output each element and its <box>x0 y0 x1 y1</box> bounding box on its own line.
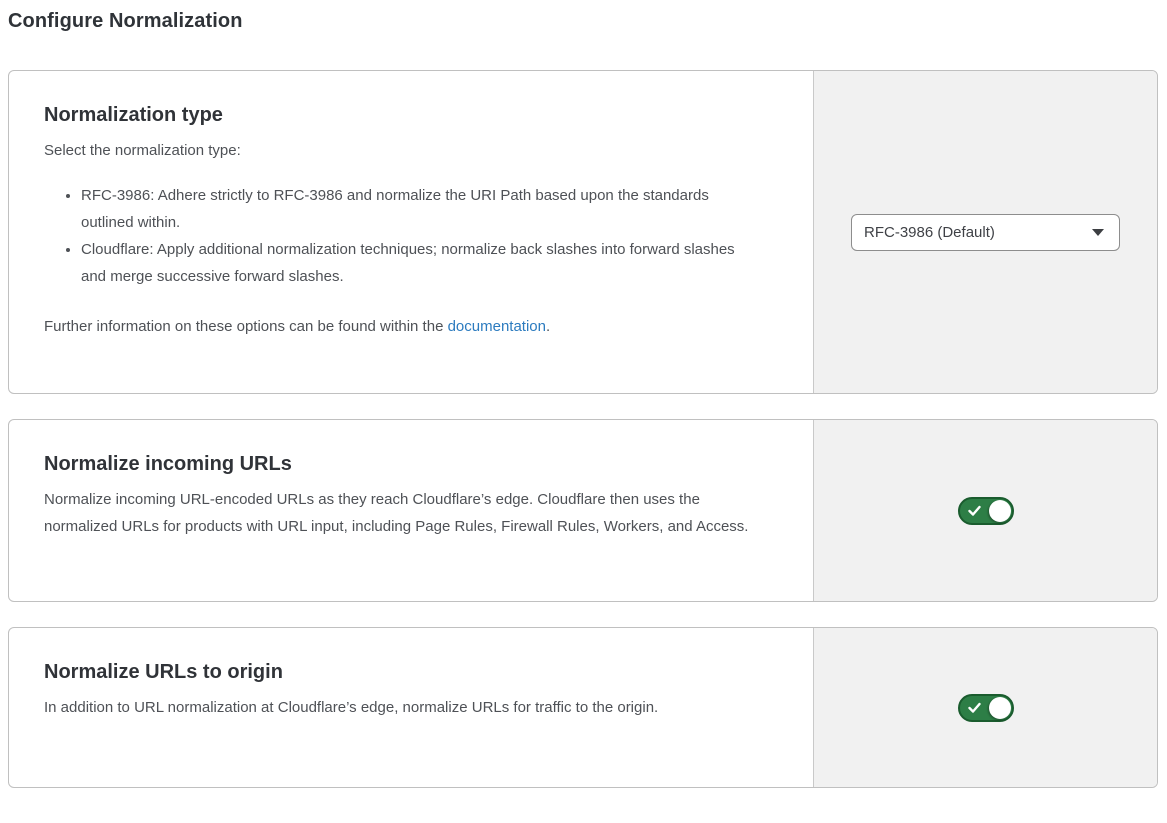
check-icon <box>968 702 981 713</box>
normalize-urls-to-origin-card: Normalize URLs to origin In addition to … <box>8 627 1158 788</box>
normalize-urls-to-origin-description: In addition to URL normalization at Clou… <box>44 694 744 721</box>
footer-text-prefix: Further information on these options can… <box>44 318 448 335</box>
normalize-urls-to-origin-control-panel <box>813 628 1157 787</box>
page-title: Configure Normalization <box>8 10 1158 33</box>
normalization-type-card: Normalization type Select the normalizat… <box>8 70 1158 394</box>
normalize-incoming-urls-description: Normalize incoming URL-encoded URLs as t… <box>44 486 768 540</box>
normalize-incoming-urls-toggle[interactable] <box>958 497 1014 525</box>
chevron-down-icon <box>1092 229 1104 236</box>
normalize-urls-to-origin-toggle[interactable] <box>958 694 1014 722</box>
normalize-urls-to-origin-title: Normalize URLs to origin <box>44 661 783 684</box>
toggle-knob <box>989 697 1011 719</box>
normalization-type-options-list: RFC-3986: Adhere strictly to RFC-3986 an… <box>44 182 783 290</box>
normalize-incoming-urls-control-panel <box>813 420 1157 601</box>
toggle-knob <box>989 500 1011 522</box>
normalization-type-dropdown[interactable]: RFC-3986 (Default) <box>851 214 1120 251</box>
documentation-link[interactable]: documentation <box>448 318 546 335</box>
normalize-urls-to-origin-content: Normalize URLs to origin In addition to … <box>9 628 813 787</box>
normalization-type-control-panel: RFC-3986 (Default) <box>813 71 1157 393</box>
normalization-type-title: Normalization type <box>44 104 783 127</box>
normalize-incoming-urls-card: Normalize incoming URLs Normalize incomi… <box>8 419 1158 602</box>
list-item-cloudflare: Cloudflare: Apply additional normalizati… <box>81 236 741 290</box>
normalization-type-intro: Select the normalization type: <box>44 137 783 164</box>
dropdown-selected-value: RFC-3986 (Default) <box>864 224 995 241</box>
footer-text-suffix: . <box>546 318 550 335</box>
check-icon <box>968 505 981 516</box>
normalize-incoming-urls-title: Normalize incoming URLs <box>44 453 783 476</box>
normalization-type-content: Normalization type Select the normalizat… <box>9 71 813 393</box>
normalize-incoming-urls-content: Normalize incoming URLs Normalize incomi… <box>9 420 813 601</box>
list-item-rfc3986: RFC-3986: Adhere strictly to RFC-3986 an… <box>81 182 741 236</box>
normalization-type-footer: Further information on these options can… <box>44 313 783 340</box>
